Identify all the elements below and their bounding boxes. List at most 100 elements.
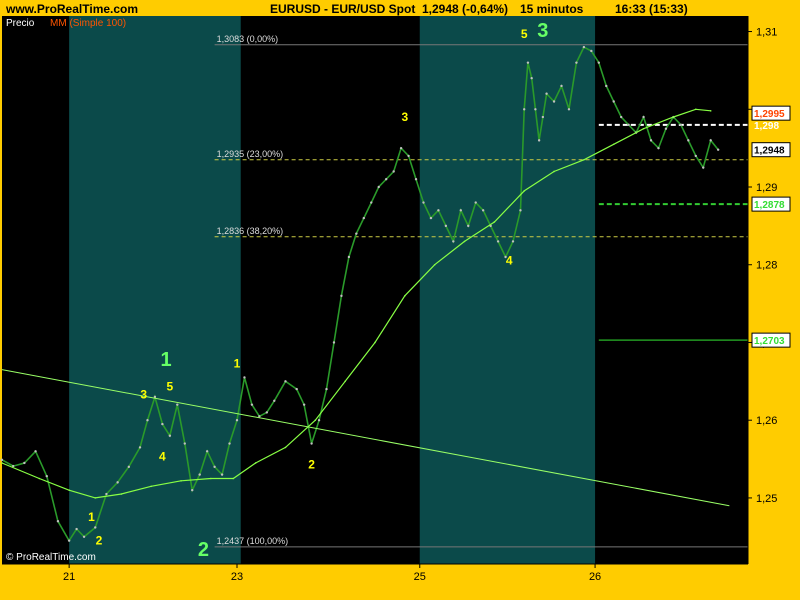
price-point — [94, 526, 97, 529]
price-point — [694, 154, 697, 158]
price-point — [530, 76, 533, 80]
wave-label: 5 — [521, 27, 528, 41]
price-point — [687, 139, 690, 142]
price-point — [340, 294, 343, 298]
price-point — [34, 450, 37, 453]
price-point — [265, 411, 269, 414]
legend-price: Precio — [6, 18, 35, 29]
wave-label: 3 — [140, 387, 147, 401]
moving-average-point — [694, 108, 697, 111]
price-point — [384, 178, 388, 181]
moving-average-point — [583, 159, 585, 161]
price-point — [23, 461, 26, 465]
price-point — [317, 418, 321, 422]
price-point — [250, 403, 254, 406]
wave-label: 4 — [159, 450, 166, 464]
price-point — [474, 201, 477, 204]
y-tick-label: 1,25 — [756, 493, 777, 505]
wave-label: 3 — [401, 110, 408, 124]
price-point — [235, 418, 239, 422]
price-marker-label: 1,2703 — [754, 336, 785, 347]
price-point — [116, 481, 119, 484]
moving-average-point — [404, 295, 406, 297]
moving-average-point — [523, 190, 525, 192]
moving-average-point — [180, 480, 182, 482]
price-point — [138, 446, 142, 449]
moving-average-point — [642, 127, 645, 130]
moving-average-point — [553, 170, 555, 173]
price-point — [702, 166, 705, 169]
wave-label: 1 — [88, 510, 95, 524]
price-point — [444, 224, 448, 228]
wave-label-major: 1 — [161, 349, 172, 371]
price-point — [370, 201, 373, 204]
price-point — [679, 123, 683, 127]
price-point — [82, 535, 86, 538]
moving-average-point — [254, 462, 257, 464]
price-point — [191, 488, 194, 492]
wave-label: 1 — [234, 356, 241, 370]
wave-label: 5 — [167, 380, 174, 394]
price-point — [597, 61, 600, 64]
price-point — [407, 154, 410, 158]
moving-average-point — [232, 477, 235, 480]
y-tick-label: 1,26 — [756, 415, 777, 427]
price-point — [325, 387, 328, 391]
price-point — [560, 84, 563, 88]
price-point — [437, 209, 440, 212]
price-point — [534, 108, 537, 111]
price-point — [481, 209, 485, 212]
price-point — [716, 148, 720, 151]
x-axis: 21 23 25 26 — [2, 563, 748, 583]
moving-average-point — [210, 477, 212, 480]
price-marker-boxes: 1,29951,298 1,2948 1,2878 1,2703 — [751, 105, 791, 348]
price-marker-label: 1,2948 — [754, 146, 785, 157]
price-point — [310, 442, 313, 445]
price-point — [545, 92, 548, 95]
wave-label: 2 — [308, 457, 315, 471]
price-point — [284, 380, 287, 383]
moving-average-point — [709, 110, 712, 112]
moving-average-point — [94, 497, 97, 499]
x-tick-label: 23 — [231, 571, 243, 583]
price-point — [0, 458, 4, 462]
price-point — [612, 100, 615, 103]
y-tick-label: 1,28 — [756, 260, 777, 272]
price-point — [590, 49, 593, 53]
price-point — [355, 232, 358, 235]
y-tick-label: 1,29 — [756, 182, 777, 194]
price-point — [362, 216, 366, 220]
price-point — [541, 115, 545, 119]
price-point — [220, 473, 224, 476]
price-point — [75, 527, 78, 531]
x-tick-label: 21 — [63, 571, 75, 583]
price-chart[interactable]: 1,3083 (0,00%) 1,2935 (23,00%) 1,2836 (38,… — [0, 0, 800, 600]
price-point — [429, 216, 433, 220]
price-point — [664, 127, 668, 130]
fib-label: 1,3083 (0,00%) — [217, 34, 279, 44]
price-point — [105, 492, 108, 496]
price-marker-label: 1,2995 — [754, 109, 785, 120]
price-point — [161, 422, 164, 426]
price-point — [45, 474, 48, 478]
price-point — [552, 100, 556, 103]
price-marker-label: 1,2878 — [754, 200, 785, 211]
price-point — [526, 61, 530, 64]
price-point — [414, 178, 418, 181]
price-point — [496, 240, 500, 243]
copyright-label: © ProRealTime.com — [6, 552, 96, 563]
price-point — [642, 115, 645, 119]
price-marker-label: 1,298 — [754, 121, 779, 132]
moving-average-point — [314, 419, 317, 421]
price-point — [243, 376, 246, 379]
moving-average-point — [493, 221, 496, 223]
price-point — [537, 139, 541, 142]
moving-average-point — [38, 477, 41, 480]
moving-average-point — [344, 380, 346, 383]
price-point — [627, 123, 630, 127]
price-point — [168, 434, 172, 437]
price-point — [523, 108, 526, 111]
x-tick-label: 25 — [414, 571, 426, 583]
price-point — [519, 209, 522, 212]
price-point — [67, 539, 71, 542]
